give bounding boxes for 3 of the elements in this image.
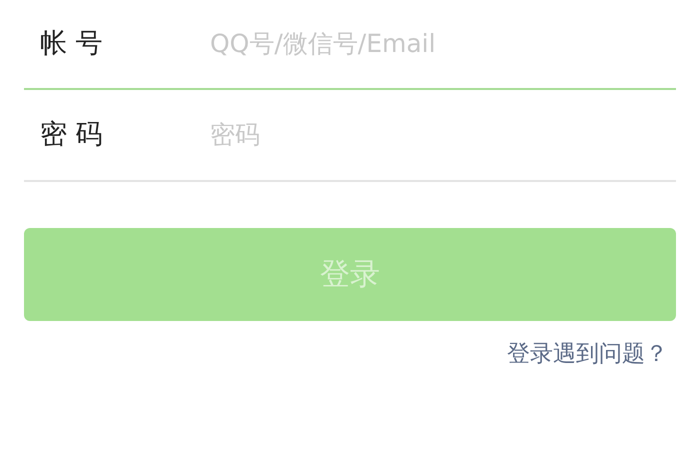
help-link[interactable]: 登录遇到问题？ — [507, 337, 668, 372]
field-label: 帐 号 — [39, 26, 104, 61]
field-label: 密 码 — [39, 118, 104, 152]
